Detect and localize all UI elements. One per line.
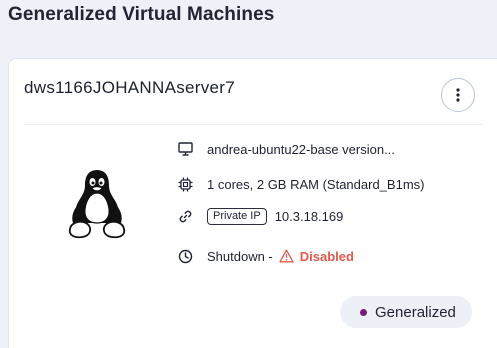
clock-icon — [177, 248, 193, 264]
shutdown-label: Shutdown - — [207, 248, 273, 264]
vm-card: dws1166JOHANNAserver7 andrea-ubuntu22-ba… — [8, 58, 497, 348]
vm-shutdown-row: Shutdown - Disabled — [177, 248, 354, 264]
vm-specs-row: 1 cores, 2 GB RAM (Standard_B1ms) — [177, 176, 424, 192]
kebab-menu-icon — [456, 88, 460, 102]
linux-tux-icon — [68, 170, 126, 239]
cpu-icon — [177, 176, 193, 192]
vm-name: dws1166JOHANNAserver7 — [24, 78, 236, 97]
monitor-icon — [177, 141, 193, 157]
section-title: Generalized Virtual Machines — [8, 4, 275, 25]
status-badge: Generalized — [340, 296, 472, 328]
vm-image: andrea-ubuntu22-base version... — [207, 141, 395, 157]
shutdown-status: Disabled — [299, 248, 354, 264]
vm-image-row: andrea-ubuntu22-base version... — [177, 141, 395, 157]
vm-specs: 1 cores, 2 GB RAM (Standard_B1ms) — [207, 176, 425, 192]
status-label: Generalized — [375, 303, 456, 321]
private-ip-badge: Private IP — [207, 208, 267, 225]
status-dot — [360, 308, 367, 316]
divider — [24, 124, 482, 125]
link-icon — [177, 209, 193, 225]
vm-actions-button[interactable] — [441, 78, 475, 112]
vm-ip-row: Private IP 10.3.18.169 — [177, 208, 343, 225]
vm-ip: 10.3.18.169 — [274, 209, 344, 224]
warning-icon — [279, 249, 294, 263]
